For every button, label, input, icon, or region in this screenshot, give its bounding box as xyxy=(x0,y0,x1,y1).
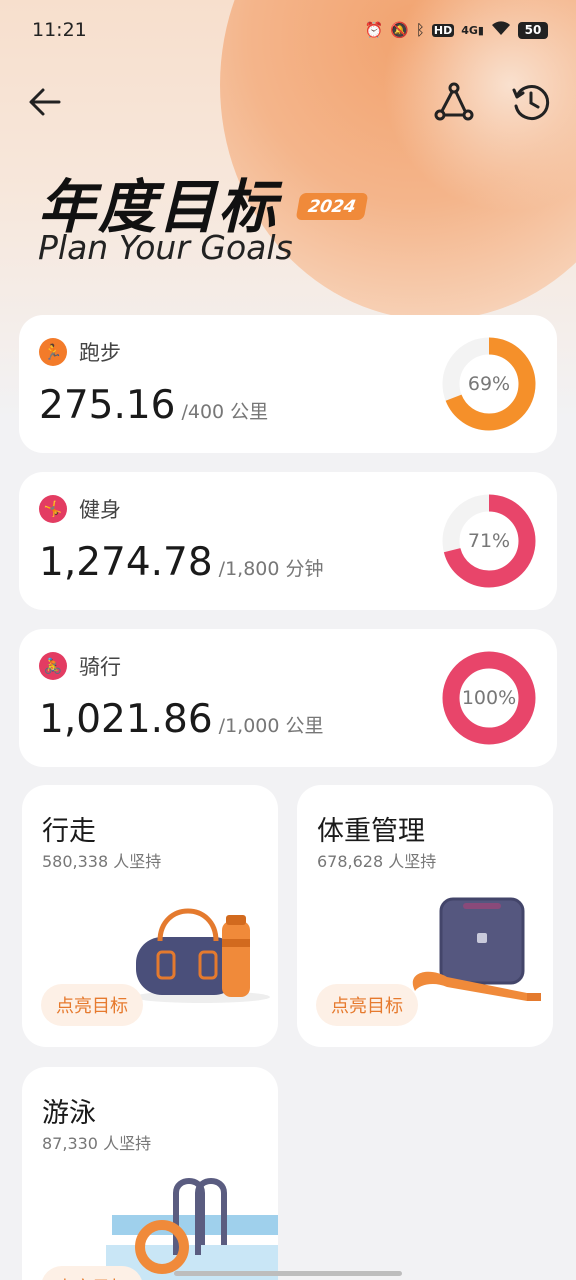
goal-category: 🤸 健身 xyxy=(39,494,121,524)
goal-current-value: 275.16 xyxy=(39,383,176,428)
tile-participants: 678,628 人坚持 xyxy=(317,852,437,871)
light-up-goal-button[interactable]: 点亮目标 xyxy=(41,984,143,1026)
page-subtitle: Plan Your Goals xyxy=(38,228,293,267)
bluetooth-icon: ᛒ xyxy=(415,21,425,39)
goal-value: 275.16 /400 公里 xyxy=(39,383,268,428)
light-up-goal-button[interactable]: 点亮目标 xyxy=(41,1266,143,1280)
swimming-pool-icon xyxy=(106,1178,278,1280)
goal-target: /1,000 公里 xyxy=(218,715,324,737)
progress-percent: 69% xyxy=(467,373,511,395)
goal-category: 🚴 骑行 xyxy=(39,651,121,681)
tile-swimming[interactable]: 游泳 87,330 人坚持 点亮目标 xyxy=(22,1067,278,1280)
top-bar xyxy=(0,74,576,134)
history-button[interactable] xyxy=(506,77,556,127)
4g-signal-icon: 4G▮ xyxy=(461,23,484,37)
wifi-icon xyxy=(491,20,511,40)
status-bar: 11:21 ⏰ 🔕 ᛒ HD 4G▮ 50 xyxy=(0,0,576,60)
goal-name: 健身 xyxy=(79,498,121,522)
progress-percent: 100% xyxy=(461,687,517,709)
tile-walking[interactable]: 行走 580,338 人坚持 点亮目标 xyxy=(22,785,278,1047)
route-icon xyxy=(434,82,474,121)
goal-name: 骑行 xyxy=(79,655,121,679)
tile-title: 游泳 xyxy=(42,1098,96,1129)
tile-participants: 87,330 人坚持 xyxy=(42,1134,152,1153)
tile-weight-management[interactable]: 体重管理 678,628 人坚持 点亮目标 xyxy=(297,785,553,1047)
goal-card-cycling[interactable]: 🚴 骑行 1,021.86 /1,000 公里 100% xyxy=(19,629,557,767)
status-icons: ⏰ 🔕 ᛒ HD 4G▮ 50 xyxy=(365,20,548,40)
back-arrow-icon xyxy=(29,88,61,116)
alarm-icon: ⏰ xyxy=(364,21,384,39)
back-button[interactable] xyxy=(20,77,70,127)
tile-participants: 580,338 人坚持 xyxy=(42,852,162,871)
goal-target: /400 公里 xyxy=(181,401,269,423)
goal-card-running[interactable]: 🏃 跑步 275.16 /400 公里 69% xyxy=(19,315,557,453)
goal-target: /1,800 分钟 xyxy=(218,558,324,580)
fitness-icon: 🤸 xyxy=(39,495,67,523)
gym-bag-icon xyxy=(134,908,270,1003)
goal-name: 跑步 xyxy=(79,341,121,365)
goal-value: 1,274.78 /1,800 分钟 xyxy=(39,540,324,585)
goal-current-value: 1,274.78 xyxy=(39,540,213,585)
status-time: 11:21 xyxy=(32,19,87,41)
light-up-goal-button[interactable]: 点亮目标 xyxy=(316,984,418,1026)
cycling-icon: 🚴 xyxy=(39,652,67,680)
goal-category: 🏃 跑步 xyxy=(39,337,121,367)
hd-icon: HD xyxy=(431,23,455,37)
gesture-handle xyxy=(174,1271,402,1276)
running-icon: 🏃 xyxy=(39,338,67,366)
progress-percent: 71% xyxy=(467,530,511,552)
tile-title: 体重管理 xyxy=(317,816,425,847)
goal-value: 1,021.86 /1,000 公里 xyxy=(39,697,324,742)
goal-current-value: 1,021.86 xyxy=(39,697,213,742)
battery-icon: 50 xyxy=(518,21,548,39)
scale-and-tape-icon xyxy=(412,897,541,1001)
year-badge: 2024 xyxy=(295,193,369,220)
mute-icon: 🔕 xyxy=(390,21,409,39)
route-button[interactable] xyxy=(429,77,479,127)
history-clock-icon xyxy=(512,85,550,120)
tile-title: 行走 xyxy=(42,816,96,847)
goal-card-fitness[interactable]: 🤸 健身 1,274.78 /1,800 分钟 71% xyxy=(19,472,557,610)
